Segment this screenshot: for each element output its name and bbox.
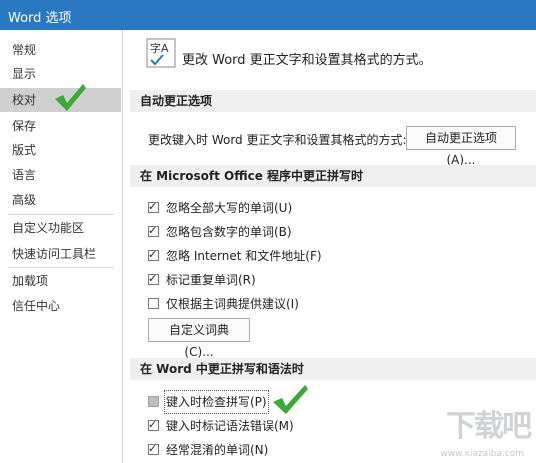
sidebar: 常规 显示 校对 保存 版式 语言 高级 自定义功能区 快速访问工具栏 加载项 … bbox=[0, 30, 123, 463]
watermark-url: www.xiazaiba.com bbox=[440, 449, 524, 459]
checkbox-box[interactable]: ✓ bbox=[148, 418, 159, 431]
sidebar-item-typography[interactable]: 版式 bbox=[0, 138, 121, 162]
sidebar-item-addins[interactable]: 加载项 bbox=[0, 269, 121, 293]
checkbox-box[interactable]: ✓ bbox=[148, 272, 159, 285]
sidebar-item-customize-ribbon[interactable]: 自定义功能区 bbox=[0, 216, 121, 240]
icon-glyph-text: 字A bbox=[150, 41, 169, 55]
checkbox-box[interactable]: ✓ bbox=[148, 442, 159, 455]
title-bar: Word 选项 bbox=[0, 0, 536, 30]
checkbox-box[interactable]: ✓ bbox=[148, 248, 159, 261]
autocorrect-options-button[interactable]: 自动更正选项(A)... bbox=[406, 126, 516, 167]
green-checkmark-icon bbox=[55, 84, 86, 111]
sidebar-item-save[interactable]: 保存 bbox=[0, 114, 121, 138]
checkbox-label: 仅根据主词典提供建议(I) bbox=[166, 297, 299, 311]
green-checkmark-icon bbox=[273, 385, 308, 414]
window-title: Word 选项 bbox=[8, 11, 72, 26]
checkbox-label: 忽略 Internet 和文件地址(F) bbox=[166, 249, 322, 263]
autocorrect-description: 更改键入时 Word 更正文字和设置其格式的方式: bbox=[148, 133, 407, 147]
checkbox-label: 标记重复单词(R) bbox=[166, 273, 256, 287]
watermark: 下载吧 bbox=[446, 409, 532, 444]
checkbox-box[interactable] bbox=[148, 396, 159, 407]
checkbox-label: 忽略包含数字的单词(B) bbox=[166, 225, 292, 239]
section-office-spelling: 在 Microsoft Office 程序中更正拼写时 bbox=[130, 165, 536, 187]
sidebar-item-language[interactable]: 语言 bbox=[0, 163, 121, 187]
section-autocorrect-options: 自动更正选项 bbox=[130, 90, 536, 112]
checkbox-label: 经常混淆的单词(N) bbox=[166, 443, 269, 457]
abc-check-icon: 字A bbox=[146, 38, 176, 68]
custom-dictionaries-button[interactable]: 自定义词典(C)... bbox=[148, 318, 250, 359]
main-panel: 字A 更改 Word 更正文字和设置其格式的方式。 自动更正选项 更改键入时 W… bbox=[130, 30, 536, 463]
checkbox-label: 键入时标记语法错误(M) bbox=[166, 419, 294, 433]
sidebar-item-quick-access-toolbar[interactable]: 快速访问工具栏 bbox=[0, 242, 121, 266]
checkbox-box[interactable] bbox=[148, 298, 159, 309]
checkbox-label: 忽略全部大写的单词(U) bbox=[166, 201, 293, 215]
sidebar-item-advanced[interactable]: 高级 bbox=[0, 188, 121, 212]
sidebar-divider bbox=[8, 267, 114, 268]
page-description: 更改 Word 更正文字和设置其格式的方式。 bbox=[182, 53, 432, 68]
sidebar-item-general[interactable]: 常规 bbox=[0, 38, 121, 62]
checkbox-box[interactable]: ✓ bbox=[148, 224, 159, 237]
section-word-spelling: 在 Word 中更正拼写和语法时 bbox=[130, 358, 536, 380]
checkbox-label: 键入时检查拼写(P) bbox=[164, 390, 269, 414]
sidebar-divider bbox=[8, 214, 114, 215]
checkbox-box[interactable]: ✓ bbox=[148, 200, 159, 213]
sidebar-item-trust-center[interactable]: 信任中心 bbox=[0, 294, 121, 318]
